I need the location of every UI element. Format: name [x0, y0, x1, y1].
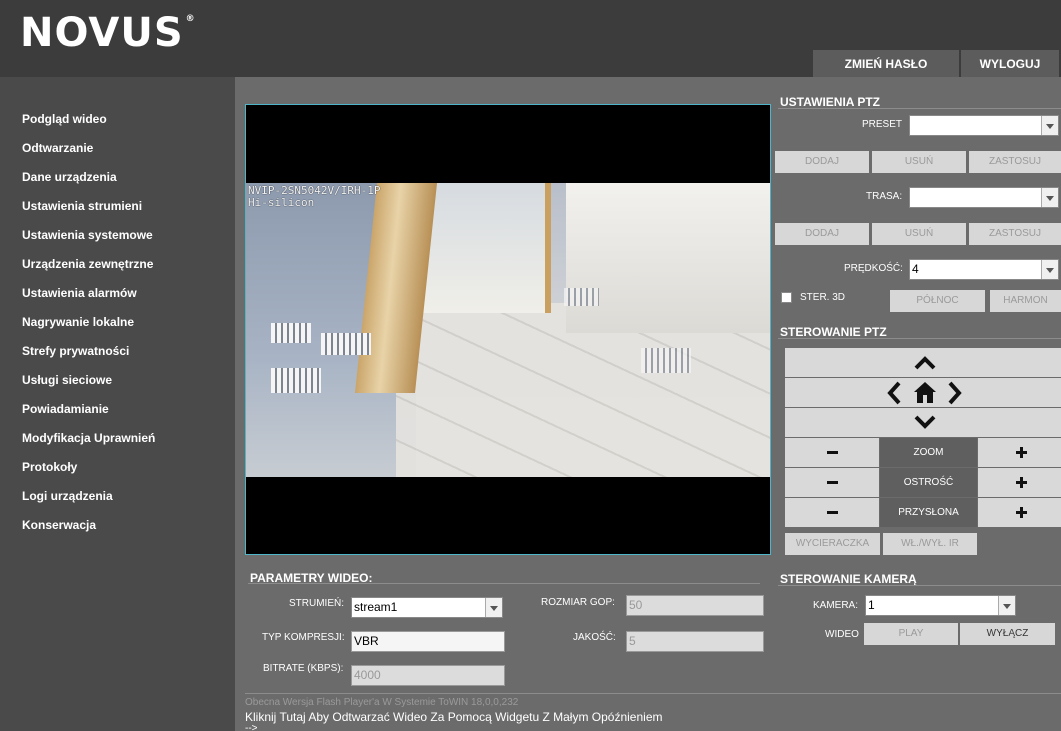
top-header: NOVUS ® ZMIEŃ HASŁO WYLOGUJ: [0, 0, 1061, 77]
divider: [778, 338, 1061, 339]
camera-image: NVIP-2SN5042V/IRH-1P Hi-silicon: [246, 183, 770, 477]
chevron-down-icon: [485, 598, 502, 617]
iris-plus-button[interactable]: [978, 498, 1061, 527]
speed-select[interactable]: 4: [909, 259, 1059, 280]
sidebar-item-external-devices[interactable]: Urządzenia zewnętrzne: [22, 257, 153, 271]
arrow-right-icon[interactable]: [946, 380, 964, 406]
video-player[interactable]: NVIP-2SN5042V/IRH-1P Hi-silicon: [245, 104, 771, 555]
wiper-button[interactable]: WYCIERACZKA: [785, 533, 880, 555]
zoom-label: ZOOM: [880, 438, 977, 467]
harmony-button[interactable]: HARMON: [990, 290, 1061, 312]
arrow-down-icon[interactable]: [913, 414, 937, 431]
north-button[interactable]: PÓŁNOC: [890, 290, 985, 312]
compression-label: TYP KOMPRESJI:: [262, 632, 345, 643]
route-apply-button[interactable]: ZASTOSUJ: [969, 223, 1061, 245]
camera-control-title: STEROWANIE KAMERĄ: [780, 572, 917, 586]
ptz-control-title: STEROWANIE PTZ: [780, 325, 887, 339]
speed-label: PRĘDKOŚĆ:: [844, 263, 903, 274]
preset-add-button[interactable]: DODAJ: [775, 151, 869, 173]
camera-overlay-text: NVIP-2SN5042V/IRH-1P Hi-silicon: [248, 184, 381, 209]
sidebar-item-device-info[interactable]: Dane urządzenia: [22, 170, 117, 184]
logout-button[interactable]: WYLOGUJ: [961, 50, 1059, 77]
route-remove-button[interactable]: USUŃ: [872, 223, 966, 245]
ptz-down-row: [785, 408, 1061, 437]
low-latency-widget-link[interactable]: Kliknij Tutaj Aby Odtwarzać Wideo Za Pom…: [245, 710, 663, 724]
arrow-up-icon[interactable]: [913, 354, 937, 371]
preset-remove-button[interactable]: USUŃ: [872, 151, 966, 173]
sidebar-item-permissions[interactable]: Modyfikacja Uprawnień: [22, 431, 155, 445]
divider: [248, 583, 760, 584]
sidebar-item-privacy-zones[interactable]: Strefy prywatności: [22, 344, 129, 358]
focus-plus-button[interactable]: [978, 468, 1061, 497]
novus-logo: NOVUS ®: [20, 10, 196, 56]
chevron-down-icon: [1041, 260, 1058, 279]
ptz-up-row: [785, 348, 1061, 377]
sidebar-item-protocols[interactable]: Protokoły: [22, 460, 77, 474]
quality-label: JAKOŚĆ:: [573, 632, 616, 643]
ptz-settings-title: USTAWIENIA PTZ: [780, 95, 880, 109]
ster3d-label: STER. 3D: [800, 292, 846, 303]
quality-field[interactable]: 5: [626, 631, 764, 652]
route-add-button[interactable]: DODAJ: [775, 223, 869, 245]
comment-tail-text: -->: [245, 723, 258, 731]
sidebar: Podgląd wideo Odtwarzanie Dane urządzeni…: [0, 77, 235, 731]
zoom-minus-button[interactable]: [785, 438, 879, 467]
sidebar-item-device-logs[interactable]: Logi urządzenia: [22, 489, 113, 503]
sidebar-item-stream-settings[interactable]: Ustawienia strumieni: [22, 199, 142, 213]
sidebar-item-playback[interactable]: Odtwarzanie: [22, 141, 93, 155]
iris-label: PRZYSŁONA: [880, 498, 977, 527]
preset-apply-button[interactable]: ZASTOSUJ: [969, 151, 1061, 173]
divider: [245, 693, 1061, 694]
chevron-down-icon: [1041, 188, 1058, 207]
minus-icon: [827, 511, 838, 514]
ptz-middle-row: [785, 378, 1061, 407]
camera-label: KAMERA:: [813, 600, 859, 611]
sidebar-item-system-settings[interactable]: Ustawienia systemowe: [22, 228, 153, 242]
preset-select[interactable]: [909, 115, 1059, 136]
sidebar-item-video-preview[interactable]: Podgląd wideo: [22, 112, 107, 126]
divider: [778, 108, 1061, 109]
sidebar-item-maintenance[interactable]: Konserwacja: [22, 518, 96, 532]
flash-version-text: Obecna Wersja Flash Player'a W Systemie …: [245, 697, 519, 708]
route-select[interactable]: [909, 187, 1059, 208]
ster3d-checkbox[interactable]: [781, 292, 792, 303]
arrow-left-icon[interactable]: [885, 380, 903, 406]
gop-label: ROZMIAR GOP:: [541, 597, 615, 608]
sidebar-item-local-recording[interactable]: Nagrywanie lokalne: [22, 315, 134, 329]
chevron-down-icon: [998, 596, 1015, 615]
chevron-down-icon: [1041, 116, 1058, 135]
play-button[interactable]: PLAY: [864, 623, 958, 645]
stream-select[interactable]: stream1: [351, 597, 503, 618]
minus-icon: [827, 481, 838, 484]
stop-video-button[interactable]: WYŁĄCZ: [960, 623, 1055, 645]
sidebar-item-notifications[interactable]: Powiadamianie: [22, 402, 109, 416]
divider: [778, 585, 1061, 586]
video-label: WIDEO: [825, 629, 859, 640]
preset-label: PRESET: [862, 119, 903, 130]
focus-minus-button[interactable]: [785, 468, 879, 497]
gop-field[interactable]: 50: [626, 595, 764, 616]
bitrate-field[interactable]: 4000: [351, 665, 505, 686]
sidebar-item-alarm-settings[interactable]: Ustawienia alarmów: [22, 286, 137, 300]
camera-select[interactable]: 1: [865, 595, 1016, 616]
home-icon[interactable]: [912, 380, 938, 404]
stream-label: STRUMIEŃ:: [289, 598, 344, 609]
iris-minus-button[interactable]: [785, 498, 879, 527]
ir-toggle-button[interactable]: WŁ./WYŁ. IR: [883, 533, 977, 555]
compression-field[interactable]: VBR: [351, 631, 505, 652]
zoom-plus-button[interactable]: [978, 438, 1061, 467]
focus-label: OSTROŚĆ: [880, 468, 977, 497]
sidebar-item-network-services[interactable]: Usługi sieciowe: [22, 373, 112, 387]
change-password-button[interactable]: ZMIEŃ HASŁO: [813, 50, 959, 77]
bitrate-label: BITRATE (KBPS):: [263, 663, 344, 674]
minus-icon: [827, 451, 838, 454]
route-label: TRASA:: [866, 191, 903, 202]
